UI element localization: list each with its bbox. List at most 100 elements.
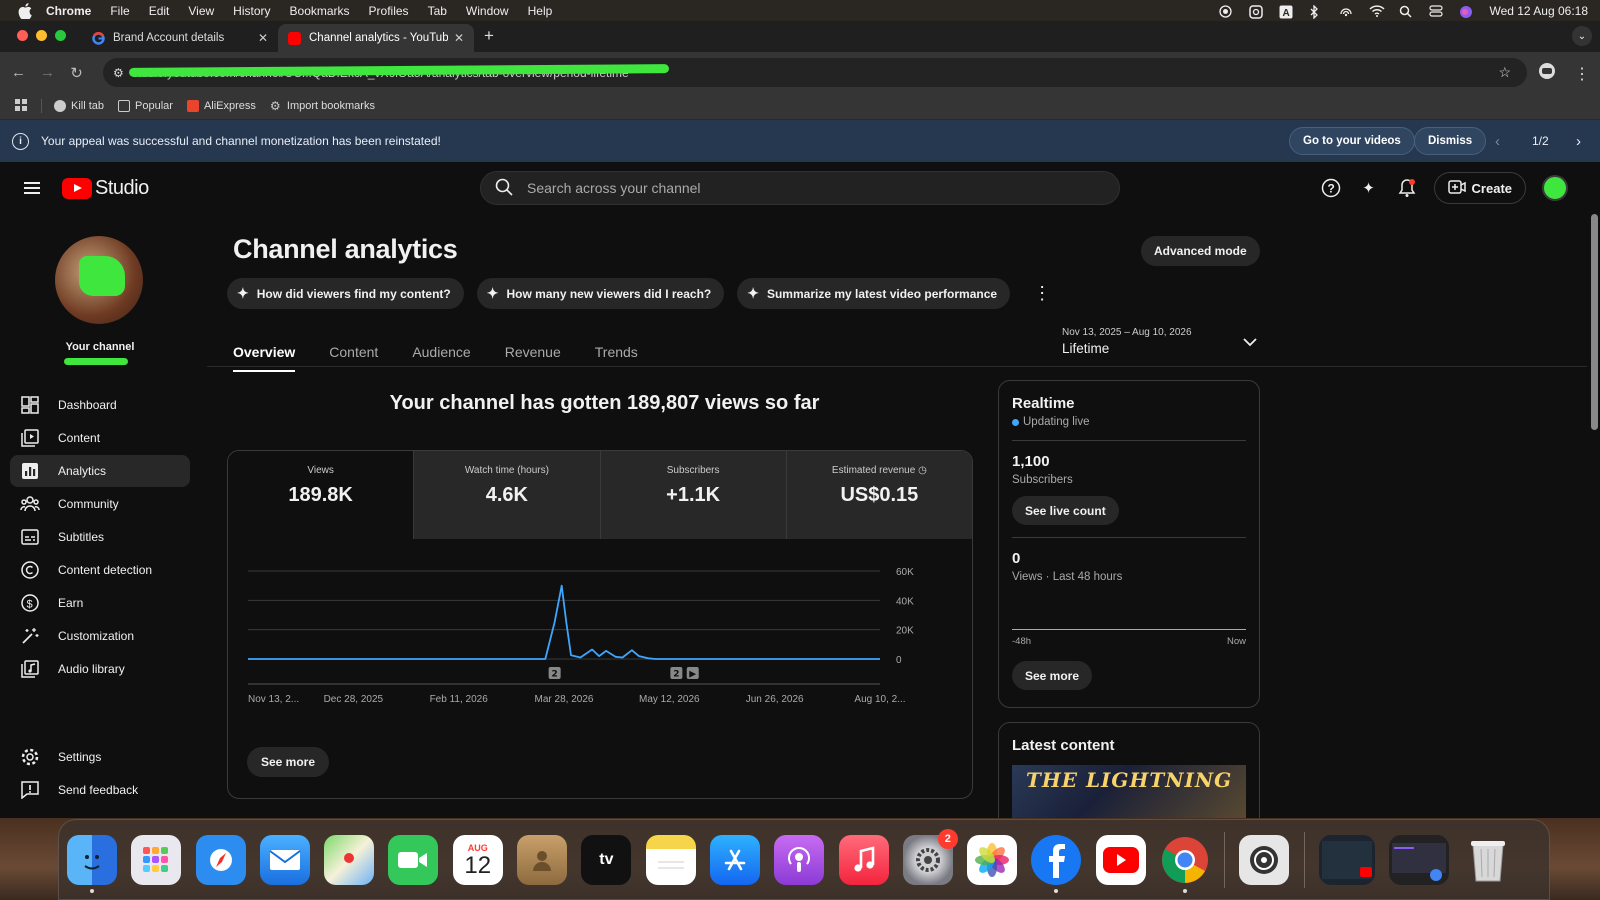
- close-tab-icon[interactable]: ✕: [258, 31, 268, 45]
- back-arrow-icon[interactable]: ←: [4, 64, 33, 81]
- tab-audience[interactable]: Audience: [412, 344, 470, 372]
- chrome-icon[interactable]: [1160, 835, 1210, 893]
- bluetooth-icon[interactable]: [1309, 3, 1323, 20]
- sidebar-item-send-feedback[interactable]: Send feedback: [10, 774, 190, 806]
- facetime-icon[interactable]: [388, 834, 439, 885]
- apple-tv-icon[interactable]: tv: [581, 834, 632, 885]
- metric-estimated-revenue[interactable]: Estimated revenue ◷ US$0.15: [785, 451, 972, 539]
- reload-icon[interactable]: ↻: [62, 64, 91, 82]
- facebook-icon[interactable]: [1031, 834, 1082, 893]
- next-arrow-icon[interactable]: ›: [1576, 133, 1581, 150]
- menu-help[interactable]: Help: [528, 4, 553, 18]
- youtube-icon[interactable]: [1095, 834, 1146, 885]
- photos-icon[interactable]: [967, 834, 1018, 885]
- sidebar-item-dashboard[interactable]: Dashboard: [10, 389, 190, 421]
- bookmark-import[interactable]: ⚙ Import bookmarks: [270, 100, 375, 112]
- apps-grid-icon[interactable]: [15, 98, 27, 114]
- tab-overview[interactable]: Overview: [233, 344, 296, 372]
- date-range-picker[interactable]: Nov 13, 2025 – Aug 10, 2026 Lifetime: [1062, 327, 1257, 356]
- site-info-icon[interactable]: ⚙: [113, 66, 124, 80]
- apple-logo-icon[interactable]: [18, 2, 34, 20]
- tab-revenue[interactable]: Revenue: [505, 344, 561, 372]
- see-live-count-button[interactable]: See live count: [1012, 496, 1119, 525]
- maps-icon[interactable]: [324, 834, 375, 885]
- sidebar-item-audio-library[interactable]: Audio library: [10, 653, 190, 685]
- sidebar-item-subtitles[interactable]: Subtitles: [10, 521, 190, 553]
- wifi-icon[interactable]: [1369, 4, 1385, 17]
- account-avatar[interactable]: [1542, 175, 1568, 201]
- previous-arrow-icon[interactable]: ‹: [1495, 133, 1500, 150]
- latest-video-thumbnail[interactable]: THE LIGHTNING: [1012, 765, 1246, 821]
- menubar-clock[interactable]: Wed 12 Aug 06:18: [1489, 4, 1588, 18]
- menu-tab[interactable]: Tab: [428, 4, 447, 18]
- sidebar-item-analytics[interactable]: Analytics: [10, 455, 190, 487]
- tab-search-chevron-icon[interactable]: ⌄: [1572, 26, 1592, 46]
- metric-watch-time[interactable]: Watch time (hours) 4.6K: [413, 451, 600, 539]
- launchpad-icon[interactable]: [131, 834, 182, 885]
- spotlight-search-icon[interactable]: [1399, 5, 1413, 18]
- zoom-window-button[interactable]: [55, 30, 66, 41]
- profile-icon[interactable]: [1538, 62, 1556, 85]
- dismiss-button[interactable]: Dismiss: [1414, 127, 1487, 155]
- finder-icon[interactable]: [67, 834, 117, 893]
- calendar-icon[interactable]: AUG 12: [452, 834, 503, 885]
- metric-views[interactable]: Views 189.8K: [228, 451, 414, 539]
- system-settings-icon[interactable]: 2: [902, 828, 958, 885]
- podcasts-icon[interactable]: [774, 834, 825, 885]
- safari-icon[interactable]: [195, 834, 246, 885]
- ai-sparkle-icon[interactable]: ✦: [1358, 177, 1380, 199]
- close-window-button[interactable]: [17, 30, 28, 41]
- channel-avatar[interactable]: [55, 236, 143, 324]
- minimize-window-button[interactable]: [36, 30, 47, 41]
- camera-app-icon[interactable]: [1249, 4, 1264, 19]
- page-scrollbar[interactable]: [1591, 214, 1598, 430]
- address-bar[interactable]: ⚙ studio.youtube.com/channel/UC...QaDfEk…: [103, 58, 1527, 87]
- sidebar-item-community[interactable]: Community: [10, 488, 190, 520]
- menu-app-name[interactable]: Chrome: [46, 4, 91, 18]
- tab-brand-account[interactable]: Brand Account details ✕: [82, 24, 278, 52]
- new-tab-icon[interactable]: +: [484, 26, 494, 46]
- sidebar-item-content-detection[interactable]: Content detection: [10, 554, 190, 586]
- chip-new-viewers[interactable]: ✦ How many new viewers did I reach?: [476, 278, 725, 309]
- help-icon[interactable]: ?: [1320, 177, 1342, 199]
- menu-window[interactable]: Window: [466, 4, 509, 18]
- trash-icon[interactable]: [1463, 835, 1513, 885]
- contacts-icon[interactable]: [517, 834, 568, 885]
- forward-arrow-icon[interactable]: →: [33, 64, 62, 81]
- menu-bookmarks[interactable]: Bookmarks: [290, 4, 350, 18]
- channel-search-input[interactable]: Search across your channel: [480, 171, 1120, 205]
- tab-channel-analytics[interactable]: Channel analytics - YouTube S ✕: [278, 24, 474, 52]
- bookmark-aliexpress[interactable]: AliExpress: [186, 100, 256, 112]
- clock-info-icon[interactable]: ◷: [918, 465, 927, 476]
- go-to-videos-button[interactable]: Go to your videos: [1289, 127, 1415, 155]
- close-tab-icon[interactable]: ✕: [454, 31, 464, 45]
- tab-content[interactable]: Content: [329, 344, 378, 372]
- chip-summarize-video[interactable]: ✦ Summarize my latest video performance: [737, 278, 1011, 309]
- menu-file[interactable]: File: [110, 4, 129, 18]
- see-more-button[interactable]: See more: [247, 747, 330, 777]
- sidebar-item-customization[interactable]: Customization: [10, 620, 190, 652]
- tab-trends[interactable]: Trends: [595, 344, 638, 372]
- minimized-window-thumbnail[interactable]: [1318, 834, 1375, 885]
- music-icon[interactable]: [838, 834, 889, 885]
- hamburger-menu-icon[interactable]: [24, 179, 40, 197]
- studio-logo[interactable]: Studio: [62, 177, 149, 200]
- bookmark-kill-tab[interactable]: Kill tab: [54, 100, 104, 112]
- menu-view[interactable]: View: [188, 4, 214, 18]
- menu-history[interactable]: History: [233, 4, 270, 18]
- metric-subscribers[interactable]: Subscribers +1.1K: [599, 451, 786, 539]
- more-options-icon[interactable]: ⋮: [1033, 283, 1051, 304]
- airdrop-icon[interactable]: [1339, 5, 1353, 17]
- minimized-window-thumbnail[interactable]: [1388, 834, 1449, 885]
- app-store-icon[interactable]: [709, 834, 760, 885]
- sidebar-item-content[interactable]: Content: [10, 422, 190, 454]
- control-center-icon[interactable]: [1429, 4, 1444, 17]
- bookmark-popular[interactable]: Popular: [118, 100, 173, 112]
- notifications-bell-icon[interactable]: [1396, 177, 1418, 199]
- notes-icon[interactable]: [645, 834, 696, 885]
- sidebar-item-settings[interactable]: Settings: [10, 741, 190, 773]
- menu-profiles[interactable]: Profiles: [369, 4, 409, 18]
- sidebar-item-earn[interactable]: $ Earn: [10, 587, 190, 619]
- advanced-mode-button[interactable]: Advanced mode: [1141, 236, 1260, 266]
- chip-viewer-sources[interactable]: ✦ How did viewers find my content?: [227, 278, 464, 309]
